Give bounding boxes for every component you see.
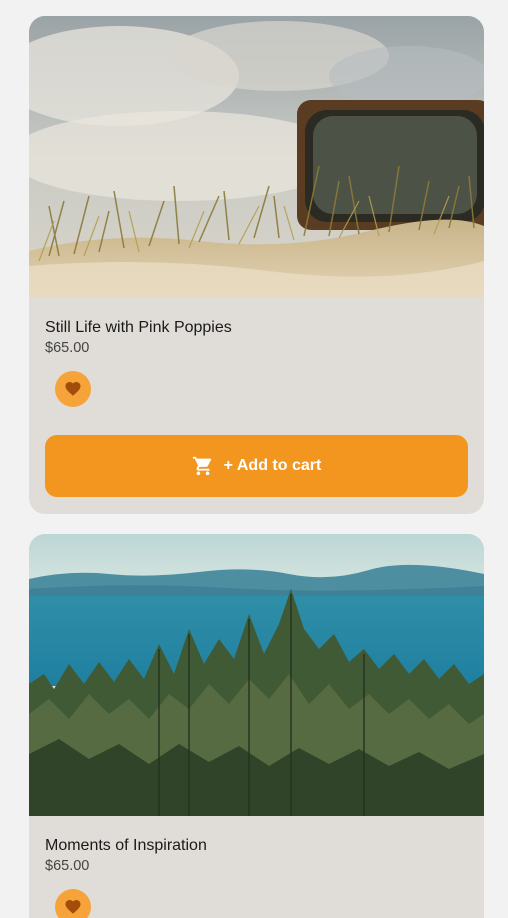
product-card[interactable]: Still Life with Pink Poppies $65.00 + Ad… [29, 16, 484, 514]
product-image-lake-forest[interactable] [29, 534, 484, 816]
add-to-cart-label: + Add to cart [223, 457, 322, 474]
product-price: $65.00 [45, 858, 90, 874]
product-card-body: Moments of Inspiration $65.00 [29, 816, 484, 918]
product-image-tv-on-beach[interactable] [29, 16, 484, 298]
product-card[interactable]: Moments of Inspiration $65.00 [29, 534, 484, 918]
tv-on-beach-photo [29, 16, 484, 298]
product-title[interactable]: Moments of Inspiration [45, 836, 468, 855]
product-feed: Still Life with Pink Poppies $65.00 + Ad… [0, 0, 508, 918]
lake-forest-photo [29, 534, 484, 816]
product-price: $65.00 [45, 340, 90, 356]
favorite-button[interactable] [55, 371, 91, 407]
heart-icon [65, 899, 81, 914]
product-title[interactable]: Still Life with Pink Poppies [45, 318, 468, 337]
add-to-cart-button[interactable]: + Add to cart [45, 435, 468, 497]
favorite-button[interactable] [55, 889, 91, 918]
cart-icon [192, 455, 214, 477]
heart-icon [65, 381, 81, 396]
product-card-body: Still Life with Pink Poppies $65.00 + Ad… [29, 298, 484, 497]
